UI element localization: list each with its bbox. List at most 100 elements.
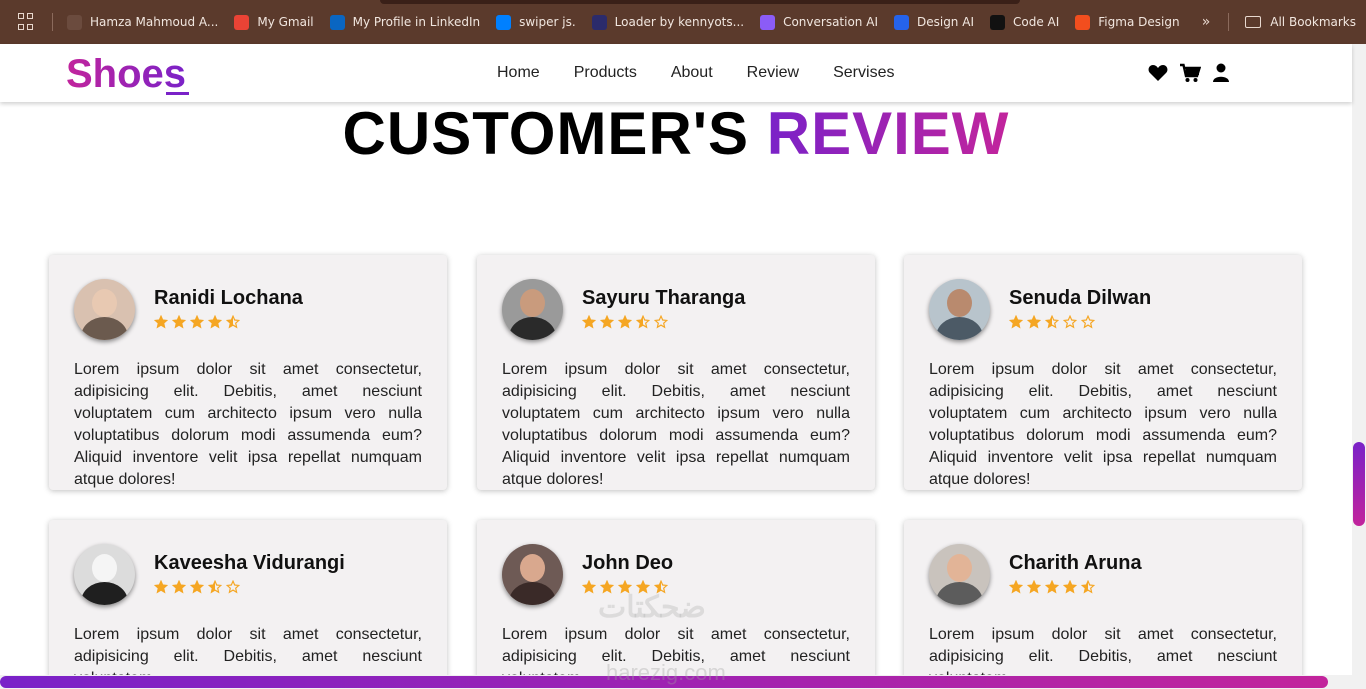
review-text: Lorem ipsum dolor sit amet consectetur, … bbox=[74, 361, 422, 488]
bookmark-label: My Profile in LinkedIn bbox=[352, 15, 481, 29]
bookmark-item[interactable]: Code AI bbox=[989, 14, 1060, 30]
avatar-head bbox=[947, 289, 972, 317]
star-rating bbox=[1009, 315, 1095, 329]
star-filled-icon bbox=[1027, 580, 1041, 594]
bookmark-item[interactable]: Loader by kennyots... bbox=[591, 14, 745, 30]
bookmark-label: Design AI bbox=[916, 15, 974, 29]
cart-icon[interactable] bbox=[1179, 63, 1201, 83]
star-filled-icon bbox=[190, 580, 204, 594]
reviewer-avatar bbox=[74, 544, 135, 605]
watermark-logo: ضحكتات bbox=[598, 591, 706, 624]
bookmark-label: My Gmail bbox=[257, 15, 314, 29]
nav-services[interactable]: Servises bbox=[833, 64, 894, 82]
section-heading: CUSTOMER'S REVIEW bbox=[0, 102, 1352, 166]
bookmark-label: Code AI bbox=[1012, 15, 1060, 29]
more-bookmarks-icon[interactable]: » bbox=[1202, 14, 1211, 30]
star-filled-icon bbox=[1009, 580, 1023, 594]
review-card: Senuda Dilwan Lorem ipsum dolor sit amet … bbox=[904, 255, 1302, 490]
bookmark-favicon-icon bbox=[496, 14, 512, 30]
folder-icon bbox=[1245, 16, 1262, 28]
star-filled-icon bbox=[600, 315, 614, 329]
avatar-head bbox=[947, 554, 972, 582]
avatar-body bbox=[936, 582, 983, 605]
star-filled-icon bbox=[582, 315, 596, 329]
star-empty-icon bbox=[1081, 315, 1095, 329]
bookmark-favicon-icon bbox=[329, 14, 345, 30]
vertical-scroll-thumb[interactable] bbox=[1353, 442, 1365, 526]
star-filled-icon bbox=[172, 580, 186, 594]
avatar-head bbox=[520, 289, 545, 317]
review-text: Lorem ipsum dolor sit amet consectetur, … bbox=[929, 361, 1277, 488]
heading-part-2: REVIEW bbox=[766, 100, 1010, 167]
reviewer-name: Sayuru Tharanga bbox=[582, 287, 746, 309]
vertical-scrollbar[interactable] bbox=[1352, 44, 1366, 689]
reviewer-name: Senuda Dilwan bbox=[1009, 287, 1152, 309]
bookmark-favicon-icon bbox=[989, 14, 1005, 30]
heart-icon[interactable] bbox=[1148, 64, 1168, 82]
all-bookmarks-link[interactable]: All Bookmarks bbox=[1270, 15, 1356, 29]
reviewer-avatar bbox=[929, 544, 990, 605]
star-half-icon bbox=[636, 315, 650, 329]
star-filled-icon bbox=[190, 315, 204, 329]
avatar-body bbox=[936, 317, 983, 340]
review-card: Ranidi Lochana Lorem ipsum dolor sit amet… bbox=[49, 255, 447, 490]
logo-underline bbox=[166, 92, 189, 95]
bookmark-item[interactable]: Conversation AI bbox=[760, 14, 878, 30]
avatar-body bbox=[509, 317, 556, 340]
star-filled-icon bbox=[172, 315, 186, 329]
star-filled-icon bbox=[582, 580, 596, 594]
review-card: Charith Aruna Lorem ipsum dolor sit amet … bbox=[904, 520, 1302, 689]
star-empty-icon bbox=[1063, 315, 1077, 329]
bookmark-label: Loader by kennyots... bbox=[614, 15, 745, 29]
reviewer-avatar bbox=[929, 279, 990, 340]
avatar-head bbox=[92, 554, 117, 582]
avatar-body bbox=[81, 582, 128, 605]
star-half-icon bbox=[226, 315, 240, 329]
reviewer-name: Charith Aruna bbox=[1009, 552, 1142, 574]
user-icon[interactable] bbox=[1212, 63, 1230, 83]
heading-part-1: CUSTOMER'S bbox=[342, 100, 750, 167]
bookmarks-separator-right bbox=[1228, 13, 1230, 31]
reviewer-avatar bbox=[502, 544, 563, 605]
site-logo[interactable]: Shoes bbox=[66, 52, 186, 97]
bookmark-item[interactable]: My Gmail bbox=[234, 14, 314, 30]
bookmark-favicon-icon bbox=[234, 14, 250, 30]
bookmark-label: swiper js. bbox=[519, 15, 576, 29]
star-rating bbox=[154, 315, 240, 329]
bookmark-item[interactable]: Figma Design bbox=[1075, 14, 1180, 30]
nav-home[interactable]: Home bbox=[497, 64, 540, 82]
star-rating bbox=[1009, 580, 1095, 594]
bookmark-item[interactable]: Design AI bbox=[893, 14, 974, 30]
nav-about[interactable]: About bbox=[671, 64, 713, 82]
bookmarks-bar: Hamza Mahmoud A... My Gmail My Profile in … bbox=[0, 0, 1366, 44]
nav-links: Home Products About Review Servises bbox=[497, 44, 894, 102]
star-half-icon bbox=[1081, 580, 1095, 594]
nav-products[interactable]: Products bbox=[574, 64, 637, 82]
star-filled-icon bbox=[1045, 580, 1059, 594]
star-filled-icon bbox=[154, 580, 168, 594]
bookmark-list: Hamza Mahmoud A... My Gmail My Profile in … bbox=[67, 14, 1196, 30]
star-filled-icon bbox=[1027, 315, 1041, 329]
bookmark-item[interactable]: Hamza Mahmoud A... bbox=[67, 14, 219, 30]
bookmark-label: Hamza Mahmoud A... bbox=[90, 15, 219, 29]
apps-grid-icon[interactable] bbox=[18, 13, 36, 31]
bookmark-item[interactable]: My Profile in LinkedIn bbox=[329, 14, 481, 30]
bookmark-favicon-icon bbox=[1075, 14, 1091, 30]
avatar-head bbox=[92, 289, 117, 317]
avatar-body bbox=[509, 582, 556, 605]
avatar-body bbox=[81, 317, 128, 340]
star-filled-icon bbox=[1009, 315, 1023, 329]
review-card: Kaveesha Vidurangi Lorem ipsum dolor sit … bbox=[49, 520, 447, 689]
star-filled-icon bbox=[618, 315, 632, 329]
star-half-icon bbox=[208, 580, 222, 594]
bookmark-favicon-icon bbox=[893, 14, 909, 30]
bookmark-item[interactable]: swiper js. bbox=[496, 14, 576, 30]
star-rating bbox=[582, 315, 668, 329]
star-filled-icon bbox=[208, 315, 222, 329]
nav-review[interactable]: Review bbox=[747, 64, 799, 82]
nav-icons bbox=[1148, 44, 1230, 102]
star-filled-icon bbox=[154, 315, 168, 329]
star-half-icon bbox=[1045, 315, 1059, 329]
bookmark-label: Conversation AI bbox=[783, 15, 878, 29]
review-text: Lorem ipsum dolor sit amet consectetur, … bbox=[502, 361, 850, 488]
